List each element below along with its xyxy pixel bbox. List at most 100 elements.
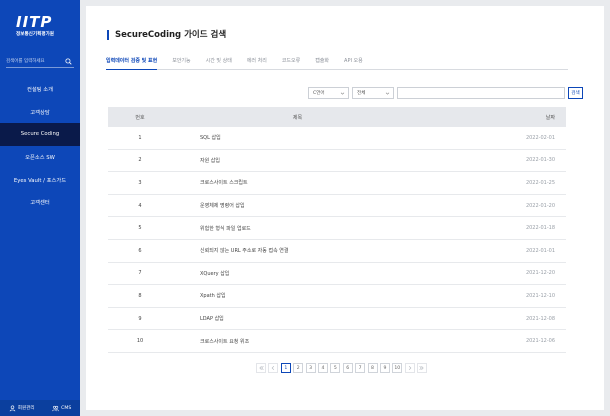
row-num: 3 bbox=[138, 179, 142, 186]
row-date: 2022-01-30 bbox=[525, 157, 555, 164]
chevron-down-icon bbox=[340, 92, 345, 95]
row-num: 1 bbox=[138, 134, 142, 141]
table-row[interactable]: 8 Xpath 삽입 2021-12-10 bbox=[108, 285, 566, 308]
sidebar-item[interactable]: 컨설팅 소개 bbox=[0, 78, 80, 101]
scope-select-value: 전체 bbox=[357, 91, 366, 96]
row-title[interactable]: 자원 삽입 bbox=[172, 157, 478, 164]
sidebar-search-input[interactable] bbox=[6, 56, 62, 67]
content-panel: SecureCoding 가이드 검색 입력데이터 검증 및 표현 보안기능 시간 … bbox=[86, 6, 604, 410]
logo-mark: IITP bbox=[16, 13, 53, 31]
row-num: 7 bbox=[138, 270, 142, 277]
pagination-page[interactable]: 4 bbox=[317, 363, 328, 373]
header-title: 제목 bbox=[292, 114, 303, 121]
language-select-value: C언어 bbox=[313, 91, 325, 96]
row-num: 8 bbox=[138, 292, 142, 299]
pagination-page[interactable]: 3 bbox=[305, 363, 316, 373]
row-title[interactable]: 크로스사이트 요청 위조 bbox=[172, 338, 478, 345]
tab[interactable]: 입력데이터 검증 및 표현 bbox=[106, 56, 158, 70]
cms-label: CMS bbox=[61, 405, 72, 411]
table-row[interactable]: 4 운영체제 명령어 삽입 2022-01-20 bbox=[108, 195, 566, 218]
search-button[interactable]: 검색 bbox=[568, 87, 583, 99]
tab[interactable]: 에러 처리 bbox=[247, 56, 267, 69]
sidebar-item[interactable]: 고객센터 bbox=[0, 191, 80, 214]
language-select[interactable]: C언어 bbox=[308, 87, 349, 99]
page-title: SecureCoding 가이드 검색 bbox=[107, 30, 226, 40]
row-date: 2021-12-08 bbox=[525, 315, 555, 322]
member-management-button[interactable]: 회원관리 bbox=[9, 405, 35, 412]
row-title[interactable]: 크로스사이트 스크립트 bbox=[172, 179, 478, 186]
row-date: 2022-01-25 bbox=[525, 179, 555, 186]
scope-select[interactable]: 전체 bbox=[352, 87, 394, 99]
pagination-page[interactable]: 7 bbox=[355, 363, 366, 373]
table-row[interactable]: 6 신뢰되지 않는 URL 주소로 자동 접속 연결 2022-01-01 bbox=[108, 240, 566, 263]
row-date: 2022-02-01 bbox=[525, 134, 555, 141]
table-header: 번호 제목 날짜 bbox=[108, 107, 566, 127]
row-date: 2022-01-01 bbox=[525, 247, 555, 254]
search-icon[interactable] bbox=[65, 58, 72, 65]
pagination-page[interactable]: 6 bbox=[342, 363, 353, 373]
sidebar-item[interactable]: 고객상담 bbox=[0, 101, 80, 124]
sidebar-search bbox=[6, 56, 74, 68]
tab[interactable]: 코드오류 bbox=[282, 56, 300, 69]
header-num: 번호 bbox=[135, 114, 145, 121]
row-title[interactable]: 운영체제 명령어 삽입 bbox=[172, 202, 478, 209]
row-title[interactable]: 신뢰되지 않는 URL 주소로 자동 접속 연결 bbox=[172, 247, 478, 254]
row-num: 4 bbox=[138, 202, 142, 209]
row-date: 2022-01-20 bbox=[525, 202, 555, 209]
table-row[interactable]: 5 위험한 형식 파일 업로드 2022-01-18 bbox=[108, 217, 566, 240]
double-chevron-left-icon bbox=[259, 365, 264, 371]
table-row[interactable]: 7 XQuery 삽입 2021-12-20 bbox=[108, 263, 566, 286]
pagination-first-button[interactable] bbox=[256, 363, 266, 373]
row-date: 2021-12-06 bbox=[525, 338, 555, 345]
table-body: 1 SQL 삽입 2022-02-01 2 자원 삽입 2022-01-30 3 크로스사이트… bbox=[108, 127, 566, 353]
member-management-label: 회원관리 bbox=[17, 406, 35, 411]
user-icon bbox=[9, 405, 16, 411]
cms-button[interactable]: CMS bbox=[52, 405, 71, 412]
row-title[interactable]: SQL 삽입 bbox=[172, 134, 478, 141]
chevron-left-icon bbox=[272, 365, 275, 371]
users-icon bbox=[52, 405, 59, 411]
row-title[interactable]: LDAP 삽입 bbox=[172, 315, 478, 322]
row-date: 2022-01-18 bbox=[525, 225, 555, 232]
table-row[interactable]: 2 자원 삽입 2022-01-30 bbox=[108, 150, 566, 173]
guide-table: 번호 제목 날짜 1 SQL 삽입 2022-02-01 2 자원 삽입 2022-01-… bbox=[108, 107, 566, 353]
table-row[interactable]: 10 크로스사이트 요청 위조 2021-12-06 bbox=[108, 330, 566, 353]
table-row[interactable]: 9 LDAP 삽입 2021-12-08 bbox=[108, 308, 566, 331]
pagination-page[interactable]: 5 bbox=[330, 363, 341, 373]
row-date: 2021-12-20 bbox=[525, 270, 555, 277]
sidebar-item[interactable]: Secure Coding bbox=[0, 123, 80, 146]
tab[interactable]: 시간 및 상태 bbox=[206, 56, 232, 69]
pagination-page[interactable]: 1 bbox=[280, 363, 291, 373]
chevron-down-icon bbox=[385, 92, 390, 95]
tab[interactable]: 캡슐화 bbox=[315, 56, 329, 69]
row-num: 10 bbox=[136, 338, 144, 345]
pagination-page[interactable]: 10 bbox=[392, 363, 403, 373]
pagination-prev-button[interactable] bbox=[268, 363, 279, 373]
sidebar-item[interactable]: Eyes Vault / 포스가드 bbox=[0, 168, 80, 191]
pagination-page[interactable]: 9 bbox=[379, 363, 390, 373]
logo-subtitle: 정보통신기획평가원 bbox=[16, 32, 55, 37]
sidebar-item[interactable]: 오픈소스 SW bbox=[0, 146, 80, 169]
row-title[interactable]: XQuery 삽입 bbox=[172, 270, 478, 277]
search-input[interactable] bbox=[397, 87, 565, 99]
tab[interactable]: API 오용 bbox=[344, 56, 363, 69]
pagination-last-button[interactable] bbox=[417, 363, 428, 373]
row-num: 5 bbox=[138, 225, 142, 232]
sidebar: IITP 정보통신기획평가원 컨설팅 소개고객상담Secure Coding오픈… bbox=[0, 0, 80, 416]
logo[interactable]: IITP 정보통신기획평가원 bbox=[16, 14, 54, 37]
table-row[interactable]: 3 크로스사이트 스크립트 2022-01-25 bbox=[108, 172, 566, 195]
pagination-page[interactable]: 2 bbox=[293, 363, 304, 373]
pagination-next-button[interactable] bbox=[404, 363, 415, 373]
app-window: IITP 정보통신기획평가원 컨설팅 소개고객상담Secure Coding오픈… bbox=[0, 0, 610, 416]
pagination: 1 2 3 4 5 6 7 8 9 10 bbox=[256, 363, 429, 373]
row-num: 2 bbox=[138, 157, 142, 164]
sidebar-nav: 컨설팅 소개 고객상담 Secure Coding 오픈소스 SW Eyes Vault… bbox=[0, 78, 80, 214]
sidebar-footer: 회원관리 CMS bbox=[0, 400, 80, 416]
table-row[interactable]: 1 SQL 삽입 2022-02-01 bbox=[108, 127, 566, 150]
chevron-right-icon bbox=[408, 365, 412, 371]
row-title[interactable]: Xpath 삽입 bbox=[172, 292, 478, 299]
pagination-page[interactable]: 8 bbox=[367, 363, 378, 373]
row-title[interactable]: 위험한 형식 파일 업로드 bbox=[172, 225, 478, 232]
tab[interactable]: 보안기능 bbox=[172, 56, 190, 69]
double-chevron-right-icon bbox=[419, 365, 424, 371]
